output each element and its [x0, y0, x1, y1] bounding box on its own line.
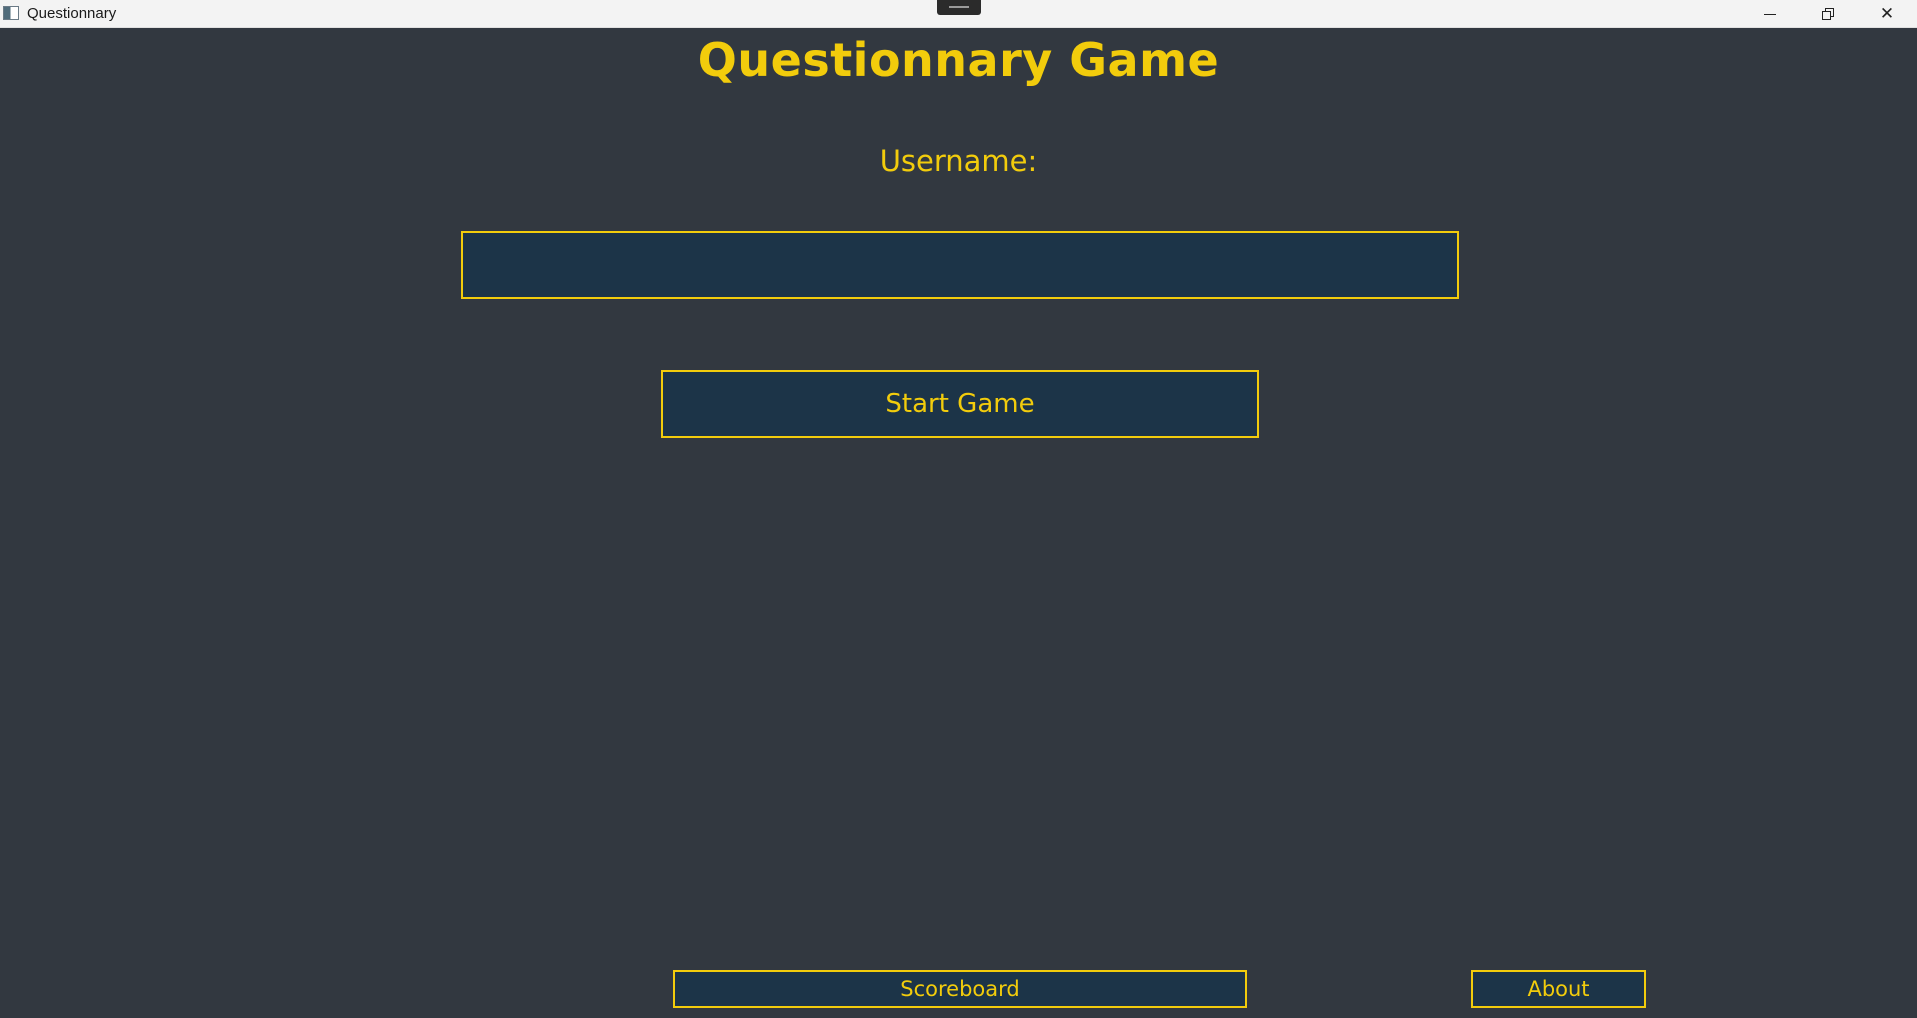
- about-button[interactable]: About: [1471, 970, 1646, 1008]
- window-title: Questionnary: [27, 5, 117, 22]
- close-icon: ✕: [1879, 4, 1895, 24]
- snap-layout-handle[interactable]: [937, 0, 981, 15]
- app-icon: [3, 6, 19, 20]
- restore-button[interactable]: [1799, 0, 1857, 28]
- window-titlebar[interactable]: Questionnary ✕: [0, 0, 1917, 28]
- restore-icon: [1822, 8, 1834, 20]
- minimize-button[interactable]: [1741, 0, 1799, 28]
- scoreboard-button[interactable]: Scoreboard: [673, 970, 1247, 1008]
- page-title: Questionnary Game: [697, 33, 1220, 87]
- username-input[interactable]: [461, 231, 1459, 299]
- close-button[interactable]: ✕: [1858, 0, 1916, 28]
- start-game-button[interactable]: Start Game: [661, 370, 1259, 438]
- minimize-icon: [1764, 13, 1776, 15]
- username-label: Username:: [879, 144, 1038, 178]
